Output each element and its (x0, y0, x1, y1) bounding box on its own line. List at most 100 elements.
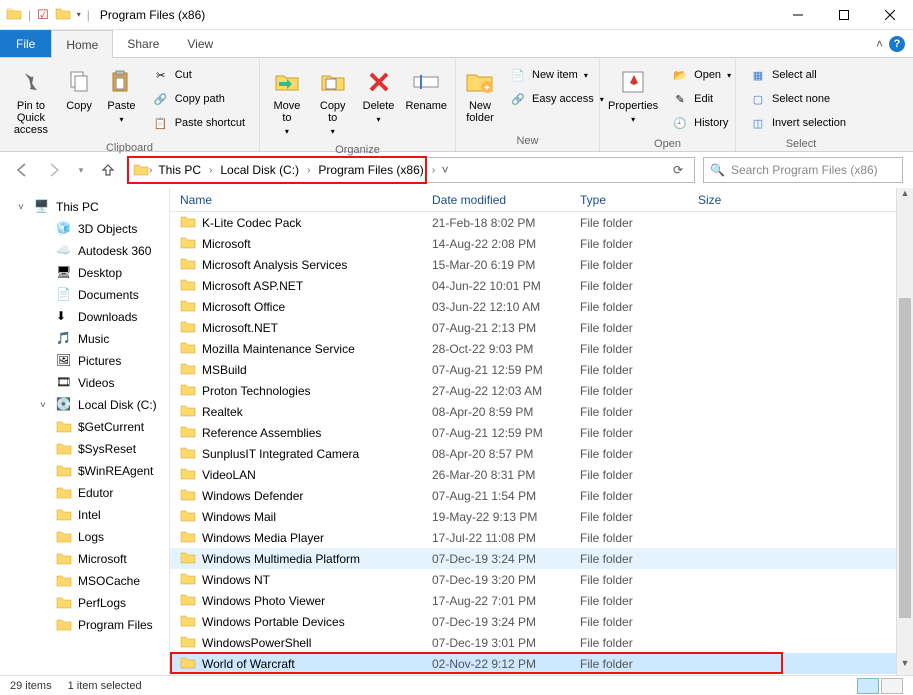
pin-quick-access-button[interactable]: Pin to Quick access (6, 62, 56, 140)
nav-item[interactable]: 🖥Desktop (0, 262, 169, 284)
paste-shortcut-button[interactable]: 📋Paste shortcut (149, 112, 249, 134)
table-row[interactable]: Windows Media Player17-Jul-22 11:08 PMFi… (170, 527, 913, 548)
column-headers[interactable]: Name Date modified Type Size (170, 188, 913, 212)
breadcrumb-segment[interactable]: This PC (152, 158, 207, 182)
table-row[interactable]: Microsoft Analysis Services15-Mar-20 6:1… (170, 254, 913, 275)
scroll-down-icon[interactable]: ▼ (897, 658, 913, 675)
chevron-right-icon[interactable]: › (307, 165, 310, 176)
select-none-button[interactable]: ▢Select none (746, 88, 850, 110)
move-to-button[interactable]: Move to▾ (266, 62, 308, 142)
help-icon[interactable]: ? (889, 36, 905, 52)
cut-button[interactable]: ✂Cut (149, 64, 249, 86)
copy-button[interactable]: Copy (60, 62, 98, 116)
invert-selection-button[interactable]: ◫Invert selection (746, 112, 850, 134)
select-all-button[interactable]: ▦Select all (746, 64, 850, 86)
table-row[interactable]: VideoLAN26-Mar-20 8:31 PMFile folder (170, 464, 913, 485)
search-input[interactable]: 🔍 Search Program Files (x86) (703, 157, 903, 183)
qat-check-icon[interactable]: ☑ (37, 7, 49, 23)
scrollbar[interactable]: ▲ ▼ (896, 188, 913, 675)
easy-access-button[interactable]: 🔗Easy access ▾ (506, 88, 608, 110)
back-button[interactable] (10, 158, 34, 182)
qat-folder-icon[interactable] (55, 6, 71, 23)
expand-icon[interactable]: ˅ (18, 202, 28, 213)
nav-item[interactable]: MSOCache (0, 570, 169, 592)
refresh-button[interactable]: ⟳ (666, 163, 690, 177)
large-icons-view-button[interactable] (881, 678, 903, 694)
forward-button[interactable] (42, 158, 66, 182)
qat-dropdown-icon[interactable]: ▾ (77, 10, 81, 19)
breadcrumb-segment[interactable]: Local Disk (C:) (214, 158, 305, 182)
table-row[interactable]: SunplusIT Integrated Camera08-Apr-20 8:5… (170, 443, 913, 464)
tab-file[interactable]: File (0, 30, 51, 57)
open-button[interactable]: 📂Open ▾ (668, 64, 735, 86)
nav-item[interactable]: 🧊3D Objects (0, 218, 169, 240)
nav-item[interactable]: $SysReset (0, 438, 169, 460)
copy-to-button[interactable]: Copy to▾ (312, 62, 354, 142)
col-type[interactable]: Type (580, 193, 698, 207)
edit-button[interactable]: ✎Edit (668, 88, 735, 110)
table-row[interactable]: WindowsPowerShell07-Dec-19 3:01 PMFile f… (170, 632, 913, 653)
col-date[interactable]: Date modified (432, 193, 580, 207)
nav-item[interactable]: Edutor (0, 482, 169, 504)
table-row[interactable]: Microsoft ASP.NET04-Jun-22 10:01 PMFile … (170, 275, 913, 296)
details-view-button[interactable] (857, 678, 879, 694)
table-row[interactable]: Windows Photo Viewer17-Aug-22 7:01 PMFil… (170, 590, 913, 611)
rename-button[interactable]: Rename (403, 62, 449, 116)
ribbon-collapse-icon[interactable]: ˄ (876, 37, 883, 51)
nav-item[interactable]: Program Files (0, 614, 169, 636)
table-row[interactable]: Microsoft Office03-Jun-22 12:10 AMFile f… (170, 296, 913, 317)
chevron-down-icon[interactable]: ˅ (435, 163, 455, 177)
properties-button[interactable]: Properties▾ (606, 62, 660, 130)
nav-item[interactable]: ˅💽Local Disk (C:) (0, 394, 169, 416)
table-row[interactable]: K-Lite Codec Pack21-Feb-18 8:02 PMFile f… (170, 212, 913, 233)
chevron-right-icon[interactable]: › (209, 165, 212, 176)
table-row[interactable]: Microsoft14-Aug-22 2:08 PMFile folder (170, 233, 913, 254)
file-list[interactable]: Name Date modified Type Size K-Lite Code… (170, 188, 913, 675)
nav-item[interactable]: 🎵Music (0, 328, 169, 350)
nav-item[interactable]: Logs (0, 526, 169, 548)
table-row[interactable]: Microsoft.NET07-Aug-21 2:13 PMFile folde… (170, 317, 913, 338)
table-row[interactable]: Windows Portable Devices07-Dec-19 3:24 P… (170, 611, 913, 632)
address-bar[interactable]: › This PC›Local Disk (C:)›Program Files … (128, 157, 695, 183)
nav-item[interactable]: Intel (0, 504, 169, 526)
table-row[interactable]: Windows NT07-Dec-19 3:20 PMFile folder (170, 569, 913, 590)
table-row[interactable]: World of Warcraft02-Nov-22 9:12 PMFile f… (170, 653, 913, 674)
col-size[interactable]: Size (698, 193, 778, 207)
tab-home[interactable]: Home (51, 30, 113, 58)
nav-item[interactable]: 🎞Videos (0, 372, 169, 394)
table-row[interactable]: Mozilla Maintenance Service28-Oct-22 9:0… (170, 338, 913, 359)
table-row[interactable]: Windows Mail19-May-22 9:13 PMFile folder (170, 506, 913, 527)
nav-item[interactable]: ☁️Autodesk 360 (0, 240, 169, 262)
new-item-button[interactable]: 📄New item ▾ (506, 64, 608, 86)
paste-button[interactable]: Paste ▾ (102, 62, 140, 130)
table-row[interactable]: Windows Defender07-Aug-21 1:54 PMFile fo… (170, 485, 913, 506)
delete-button[interactable]: Delete▾ (358, 62, 400, 130)
history-button[interactable]: 🕘History (668, 112, 735, 134)
copy-path-button[interactable]: 🔗Copy path (149, 88, 249, 110)
close-button[interactable] (867, 0, 913, 30)
recent-dropdown[interactable]: ▾ (74, 158, 88, 182)
col-name[interactable]: Name (176, 193, 432, 207)
nav-item[interactable]: PerfLogs (0, 592, 169, 614)
nav-pane[interactable]: ˅🖥️This PC🧊3D Objects☁️Autodesk 360🖥Desk… (0, 188, 170, 675)
tab-share[interactable]: Share (113, 30, 173, 57)
table-row[interactable]: Reference Assemblies07-Aug-21 12:59 PMFi… (170, 422, 913, 443)
nav-item[interactable]: ˅🖥️This PC (0, 196, 169, 218)
up-button[interactable] (96, 158, 120, 182)
minimize-button[interactable] (775, 0, 821, 30)
nav-item[interactable]: $GetCurrent (0, 416, 169, 438)
nav-item[interactable]: $WinREAgent (0, 460, 169, 482)
table-row[interactable]: MSBuild07-Aug-21 12:59 PMFile folder (170, 359, 913, 380)
tab-view[interactable]: View (173, 30, 227, 57)
nav-item[interactable]: ⬇Downloads (0, 306, 169, 328)
nav-item[interactable]: 🖼Pictures (0, 350, 169, 372)
maximize-button[interactable] (821, 0, 867, 30)
table-row[interactable]: Windows Multimedia Platform07-Dec-19 3:2… (170, 548, 913, 569)
expand-icon[interactable]: ˅ (40, 400, 50, 411)
new-folder-button[interactable]: ✦ New folder (462, 62, 498, 128)
scroll-thumb[interactable] (899, 298, 911, 618)
scroll-up-icon[interactable]: ▲ (897, 188, 913, 205)
table-row[interactable]: Proton Technologies27-Aug-22 12:03 AMFil… (170, 380, 913, 401)
nav-item[interactable]: 📄Documents (0, 284, 169, 306)
breadcrumb-segment[interactable]: Program Files (x86) (312, 158, 429, 182)
